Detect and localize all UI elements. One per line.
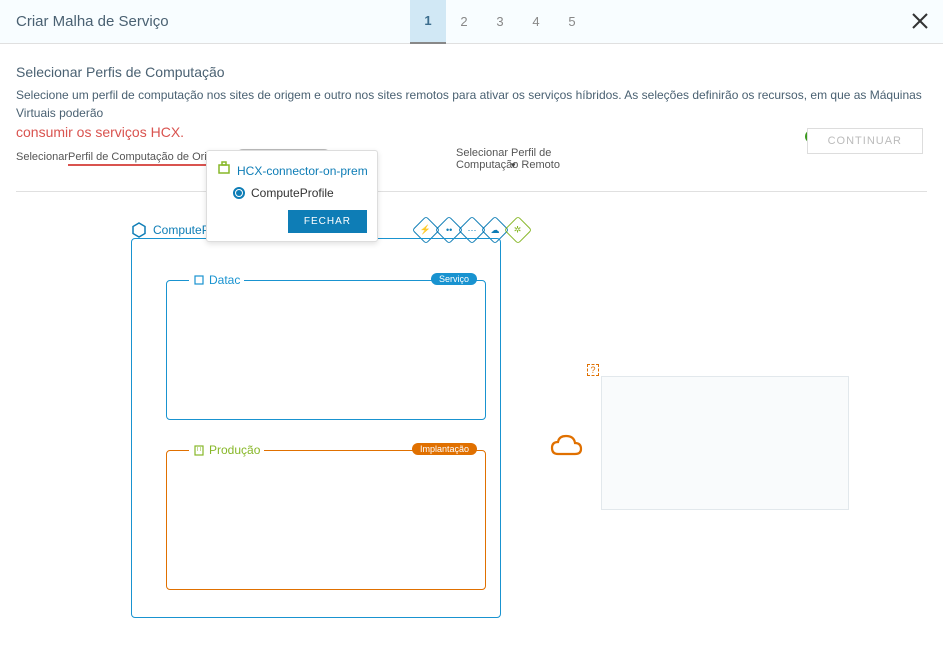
popover-option-row[interactable]: ComputeProfile	[233, 186, 367, 200]
datacenter-block: Datac Serviço	[166, 280, 486, 420]
wizard-header: Criar Malha de Serviço 1 2 3 4 5	[0, 0, 943, 44]
profile-selector-row: Selecionar Perfil de Computação de Orige…	[16, 147, 927, 173]
popover-site-row: HCX-connector-on-prem	[217, 161, 367, 180]
question-icon: ?	[587, 364, 599, 376]
radio-icon	[233, 187, 245, 199]
site-icon	[217, 161, 231, 180]
wizard-steps: 1 2 3 4 5	[410, 0, 590, 44]
datacenter-icon	[193, 274, 205, 286]
datacenter-text: Datac	[209, 273, 240, 287]
popover-site-name: HCX-connector-on-prem	[237, 164, 367, 178]
close-icon[interactable]	[911, 10, 929, 36]
service-icon-5: ✲	[504, 216, 532, 244]
production-block: Produção Implantação	[166, 450, 486, 590]
service-badge: Serviço	[431, 273, 477, 285]
service-icons-row: ⚡ •• ⋯ ☁ ✲	[416, 220, 528, 240]
desc-line1: Selecione um perfil de computação nos si…	[16, 88, 922, 120]
origin-label-prefix: Selecionar	[16, 151, 68, 163]
remote-profile-text: Selecionar Perfil de Computação Remoto	[456, 147, 560, 171]
wizard-title: Criar Malha de Serviço	[0, 13, 410, 30]
chevron-down-icon: ▾	[511, 160, 516, 171]
remote-profile-label[interactable]: Selecionar Perfil de Computação Remoto ▾	[456, 147, 614, 171]
step-4[interactable]: 4	[518, 0, 554, 44]
step-2[interactable]: 2	[446, 0, 482, 44]
profile-dropdown-popover: HCX-connector-on-prem ComputeProfile FEC…	[206, 150, 378, 242]
production-text: Produção	[209, 443, 260, 457]
origin-profile-label: Perfil de Computação de Origem	[68, 151, 228, 166]
section-subtitle: Selecionar Perfis de Computação	[16, 64, 927, 80]
remote-placeholder-box	[601, 376, 849, 510]
popover-close-button[interactable]: FECHAR	[288, 210, 367, 233]
desc-line2: consumir os serviços HCX.	[16, 124, 184, 140]
production-label: Produção	[189, 443, 264, 457]
hexagon-icon	[131, 222, 147, 238]
building-icon	[193, 444, 205, 456]
cloud-icon	[546, 430, 586, 467]
deployment-badge: Implantação	[412, 443, 477, 455]
compute-profile-name: ComputeP	[153, 223, 210, 237]
section-description: Selecione um perfil de computação nos si…	[16, 86, 927, 143]
popover-option-label: ComputeProfile	[251, 186, 334, 200]
divider	[16, 191, 927, 192]
topology-diagram: ComputeP ⚡ •• ⋯ ☁ ✲ Datac Serviço	[16, 222, 927, 642]
continue-button[interactable]: CONTINUAR	[807, 128, 923, 154]
step-5[interactable]: 5	[554, 0, 590, 44]
datacenter-label: Datac	[189, 273, 244, 287]
step-3[interactable]: 3	[482, 0, 518, 44]
step-1[interactable]: 1	[410, 0, 446, 44]
compute-profile-header: ComputeP	[131, 222, 210, 238]
